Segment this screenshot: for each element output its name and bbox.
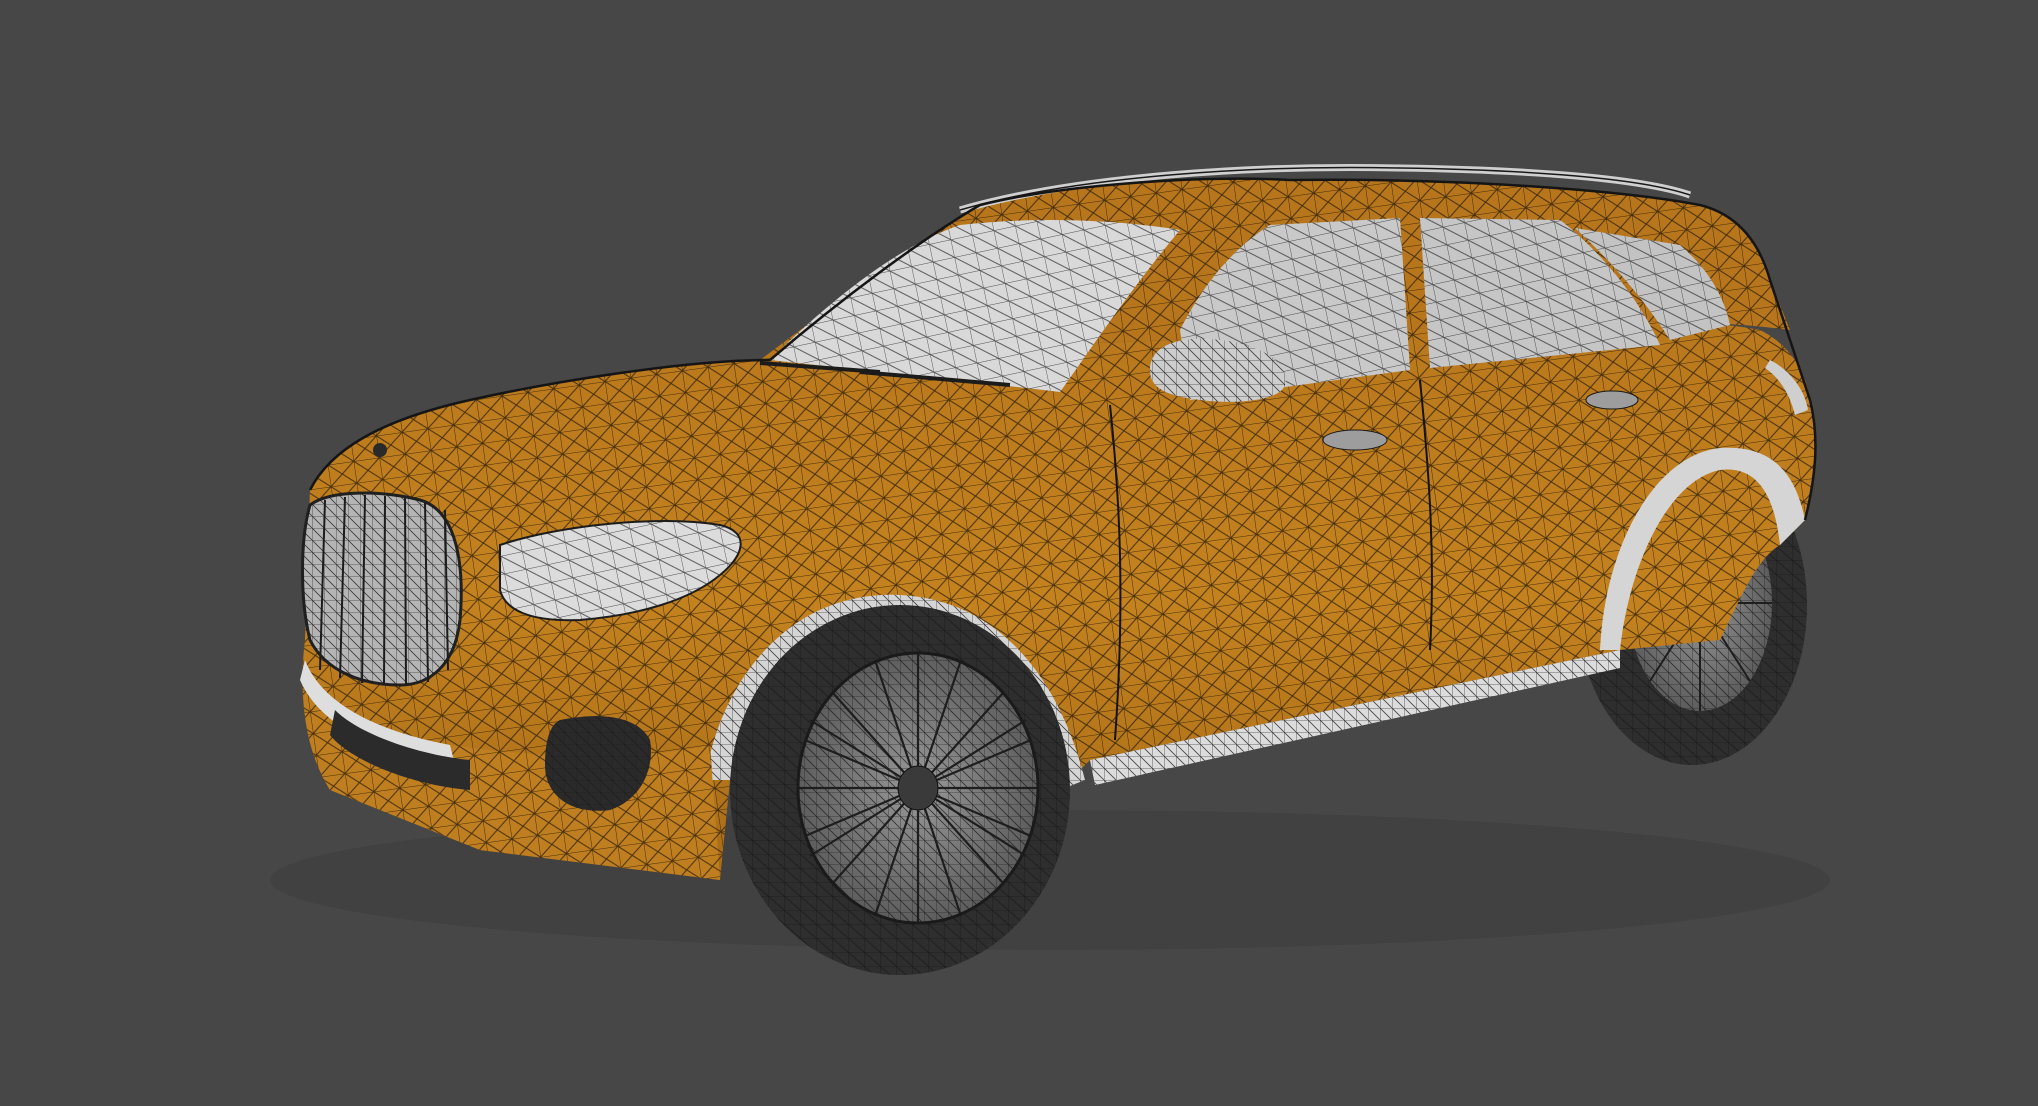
front-wheel xyxy=(730,605,1070,975)
wheel-hub-icon xyxy=(897,765,939,811)
hood-ornament-icon xyxy=(373,443,387,457)
car-model-render xyxy=(270,164,1830,975)
3d-viewport[interactable] xyxy=(0,0,2038,1106)
door-handle-front xyxy=(1322,429,1388,451)
door-handle-rear xyxy=(1585,390,1639,410)
